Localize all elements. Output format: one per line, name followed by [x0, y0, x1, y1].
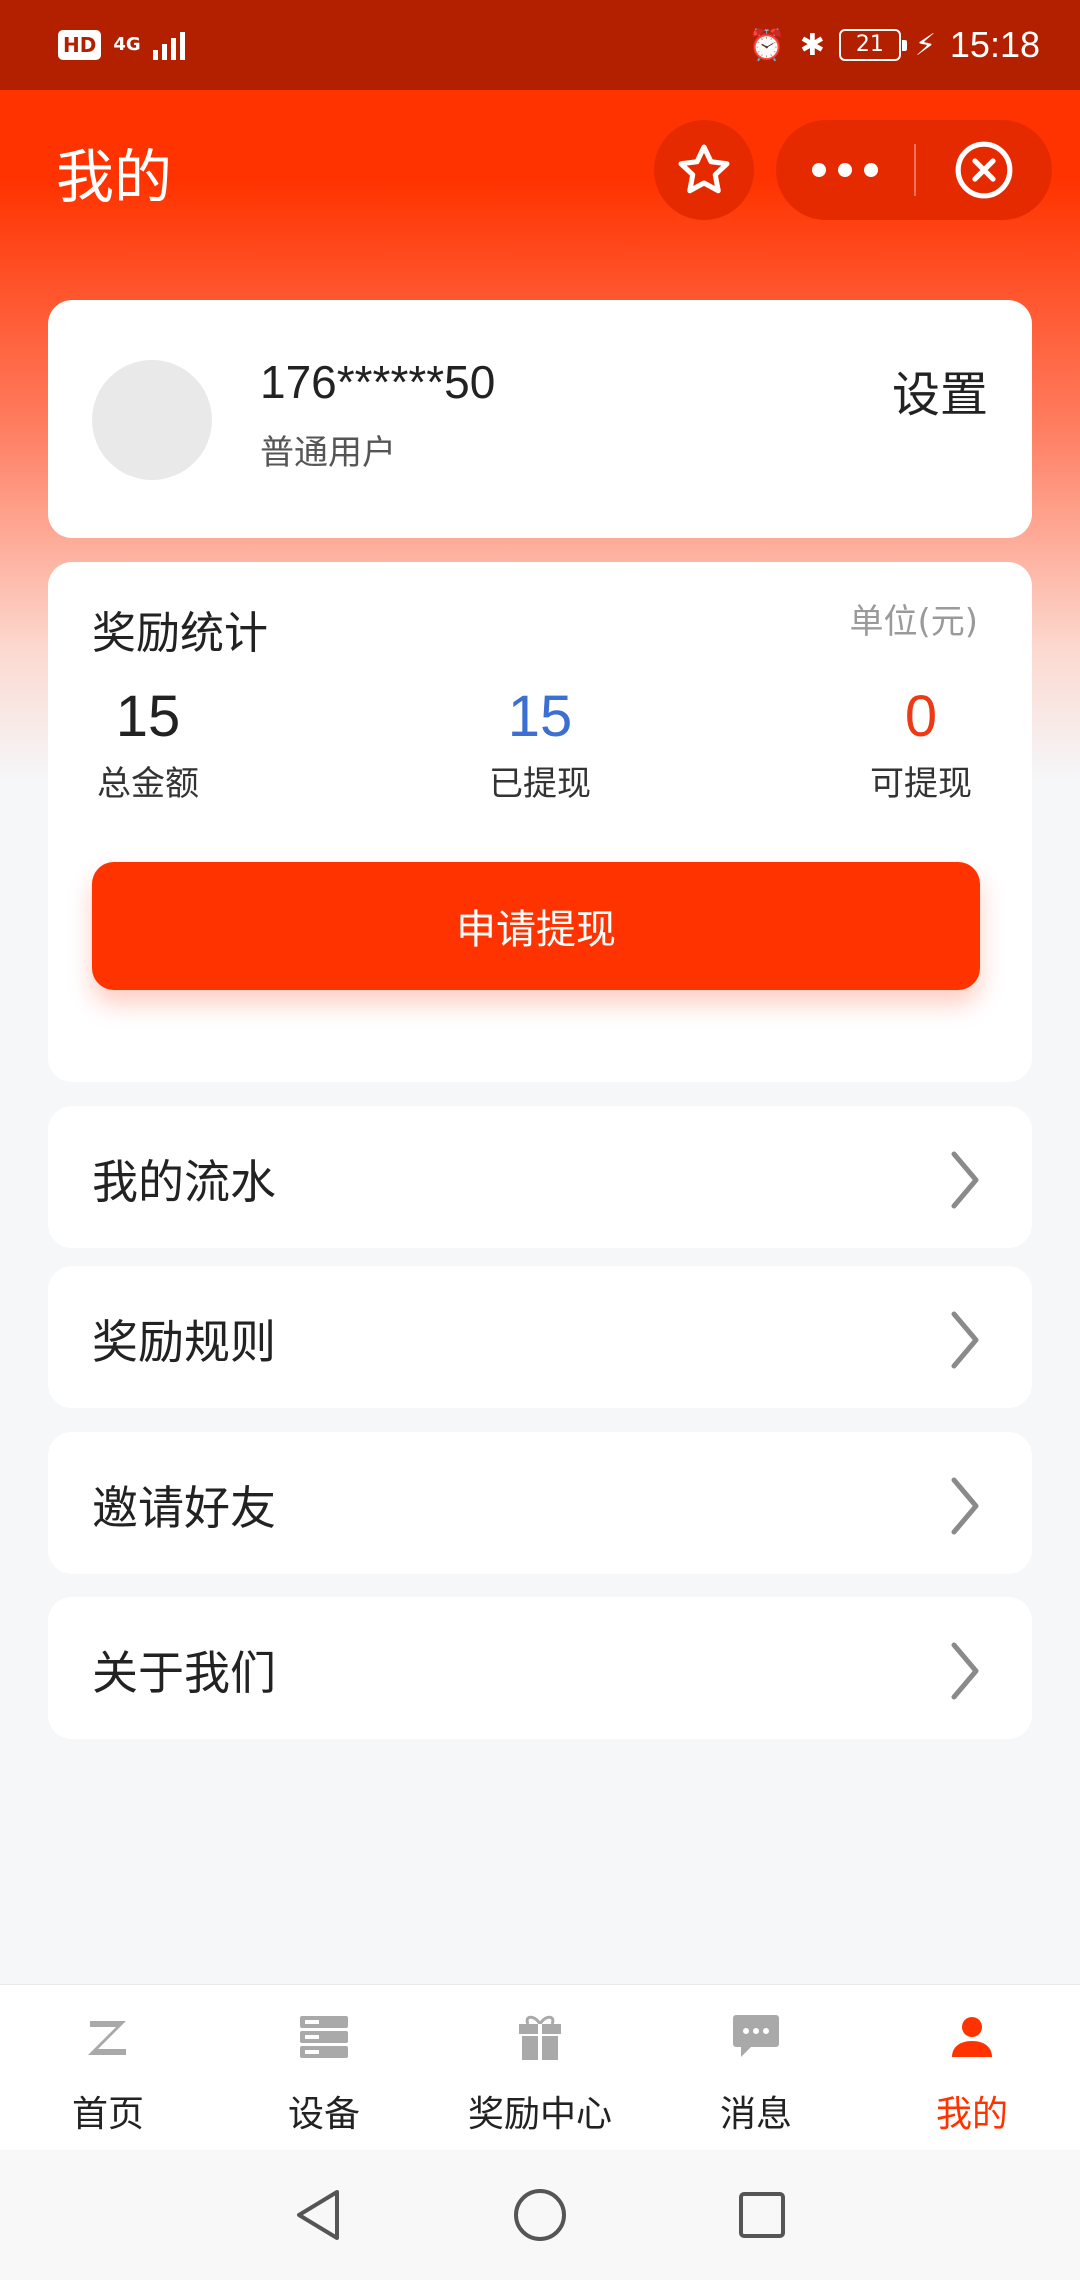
reward-stats-card: 奖励统计 单位(元) 15 总金额 15 已提现 0 可提现 申请提现 — [48, 562, 1032, 1082]
menu-item-invite-friends[interactable]: 邀请好友 — [48, 1432, 1032, 1574]
hd-badge: HD — [58, 30, 102, 60]
avatar[interactable] — [92, 360, 212, 480]
mini-program-capsule — [776, 120, 1052, 220]
status-right: ⏰ ✱ 21 ⚡ 15:18 — [748, 24, 1040, 66]
favorite-button[interactable] — [654, 120, 754, 220]
chevron-right-icon — [951, 1477, 979, 1535]
settings-link[interactable]: 设置 — [892, 355, 988, 425]
chevron-right-icon — [951, 1151, 979, 1209]
tab-messages[interactable]: 消息 — [648, 1985, 864, 2151]
menu-item-about-us[interactable]: 关于我们 — [48, 1597, 1032, 1739]
close-circle-icon — [955, 141, 1013, 199]
stat-available-value: 0 — [904, 684, 938, 749]
server-icon — [300, 2016, 348, 2058]
tab-label: 设备 — [287, 2094, 360, 2135]
system-navigation-bar — [0, 2150, 1080, 2280]
stat-available-label: 可提现 — [870, 764, 972, 804]
user-type: 普通用户 — [260, 433, 396, 473]
menu-item-reward-rules[interactable]: 奖励规则 — [48, 1266, 1032, 1408]
gift-icon — [519, 2015, 561, 2060]
profile-card: 176******50 普通用户 设置 — [48, 300, 1032, 538]
z-logo-icon — [88, 2021, 126, 2055]
stat-total-value: 15 — [115, 684, 181, 749]
status-left: HD 4G — [58, 30, 185, 60]
tab-label: 首页 — [71, 2094, 144, 2135]
tab-label: 奖励中心 — [467, 2094, 612, 2135]
tab-label: 消息 — [719, 2094, 792, 2135]
stats-title: 奖励统计 — [92, 608, 268, 659]
menu-item-label: 邀请好友 — [92, 1481, 276, 1535]
stats-unit: 单位(元) — [849, 602, 978, 642]
menu-item-label: 关于我们 — [92, 1646, 276, 1700]
back-icon[interactable] — [293, 2188, 343, 2242]
alarm-icon: ⏰ — [748, 27, 786, 63]
chevron-right-icon — [951, 1311, 979, 1369]
tab-devices[interactable]: 设备 — [216, 1985, 432, 2151]
bluetooth-icon: ✱ — [799, 27, 825, 63]
dot-icon — [812, 163, 826, 177]
battery-icon: 21 — [838, 29, 907, 61]
close-button[interactable] — [916, 139, 1052, 201]
more-button[interactable] — [776, 163, 914, 177]
menu-item-transactions[interactable]: 我的流水 — [48, 1106, 1032, 1248]
user-phone: 176******50 — [260, 356, 496, 408]
chat-icon — [733, 2015, 779, 2057]
tab-mine[interactable]: 我的 — [864, 1985, 1080, 2151]
signal-icon — [152, 30, 185, 60]
home-circle-icon[interactable] — [513, 2188, 567, 2242]
star-icon — [678, 144, 730, 194]
stat-total-label: 总金额 — [97, 764, 199, 804]
chevron-right-icon — [951, 1642, 979, 1700]
charging-icon: ⚡ — [914, 27, 936, 63]
menu-item-label: 奖励规则 — [92, 1315, 276, 1369]
dot-icon — [864, 163, 878, 177]
stat-withdrawn-value: 15 — [507, 684, 573, 749]
clock: 15:18 — [949, 24, 1040, 65]
person-icon — [952, 2017, 992, 2057]
stat-total: 15 总金额 — [92, 682, 204, 805]
tab-label: 我的 — [935, 2094, 1008, 2135]
tab-home[interactable]: 首页 — [0, 1985, 216, 2151]
apply-withdrawal-button[interactable]: 申请提现 — [92, 862, 980, 990]
bottom-tab-bar: 首页 设备 奖励中心 消息 我的 — [0, 1984, 1080, 2150]
stat-withdrawn-label: 已提现 — [489, 764, 591, 804]
page-title: 我的 — [56, 143, 173, 211]
menu-item-label: 我的流水 — [92, 1155, 276, 1209]
stat-available: 0 可提现 — [864, 682, 978, 805]
stat-withdrawn: 15 已提现 — [474, 682, 606, 805]
network-type: 4G — [113, 34, 141, 55]
tab-reward-center[interactable]: 奖励中心 — [432, 1985, 648, 2151]
dot-icon — [838, 163, 852, 177]
status-bar: HD 4G ⏰ ✱ 21 ⚡ 15:18 — [0, 0, 1080, 90]
recents-icon[interactable] — [737, 2190, 787, 2240]
